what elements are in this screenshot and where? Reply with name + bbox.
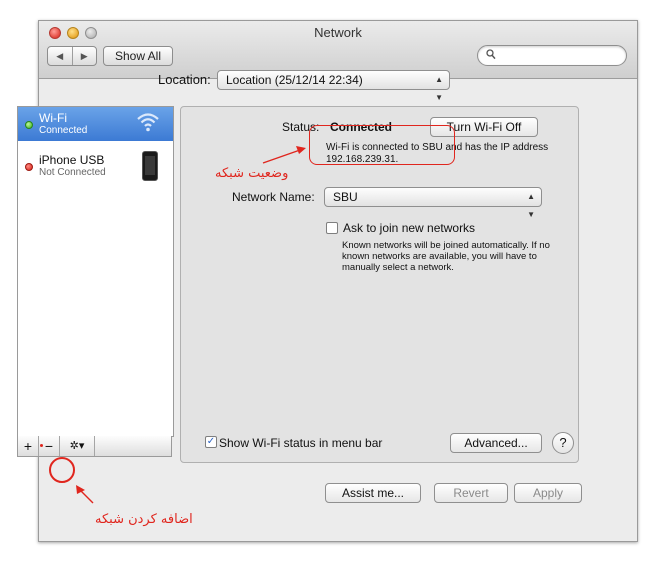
annotation-network-status: وضعیت شبکه [215,166,289,181]
annotation-arrows [76,146,306,504]
status-arrow-icon [262,146,306,164]
add-arrow-icon [76,485,94,504]
annotation-add-network: اضافه کردن شبکه [95,512,193,527]
